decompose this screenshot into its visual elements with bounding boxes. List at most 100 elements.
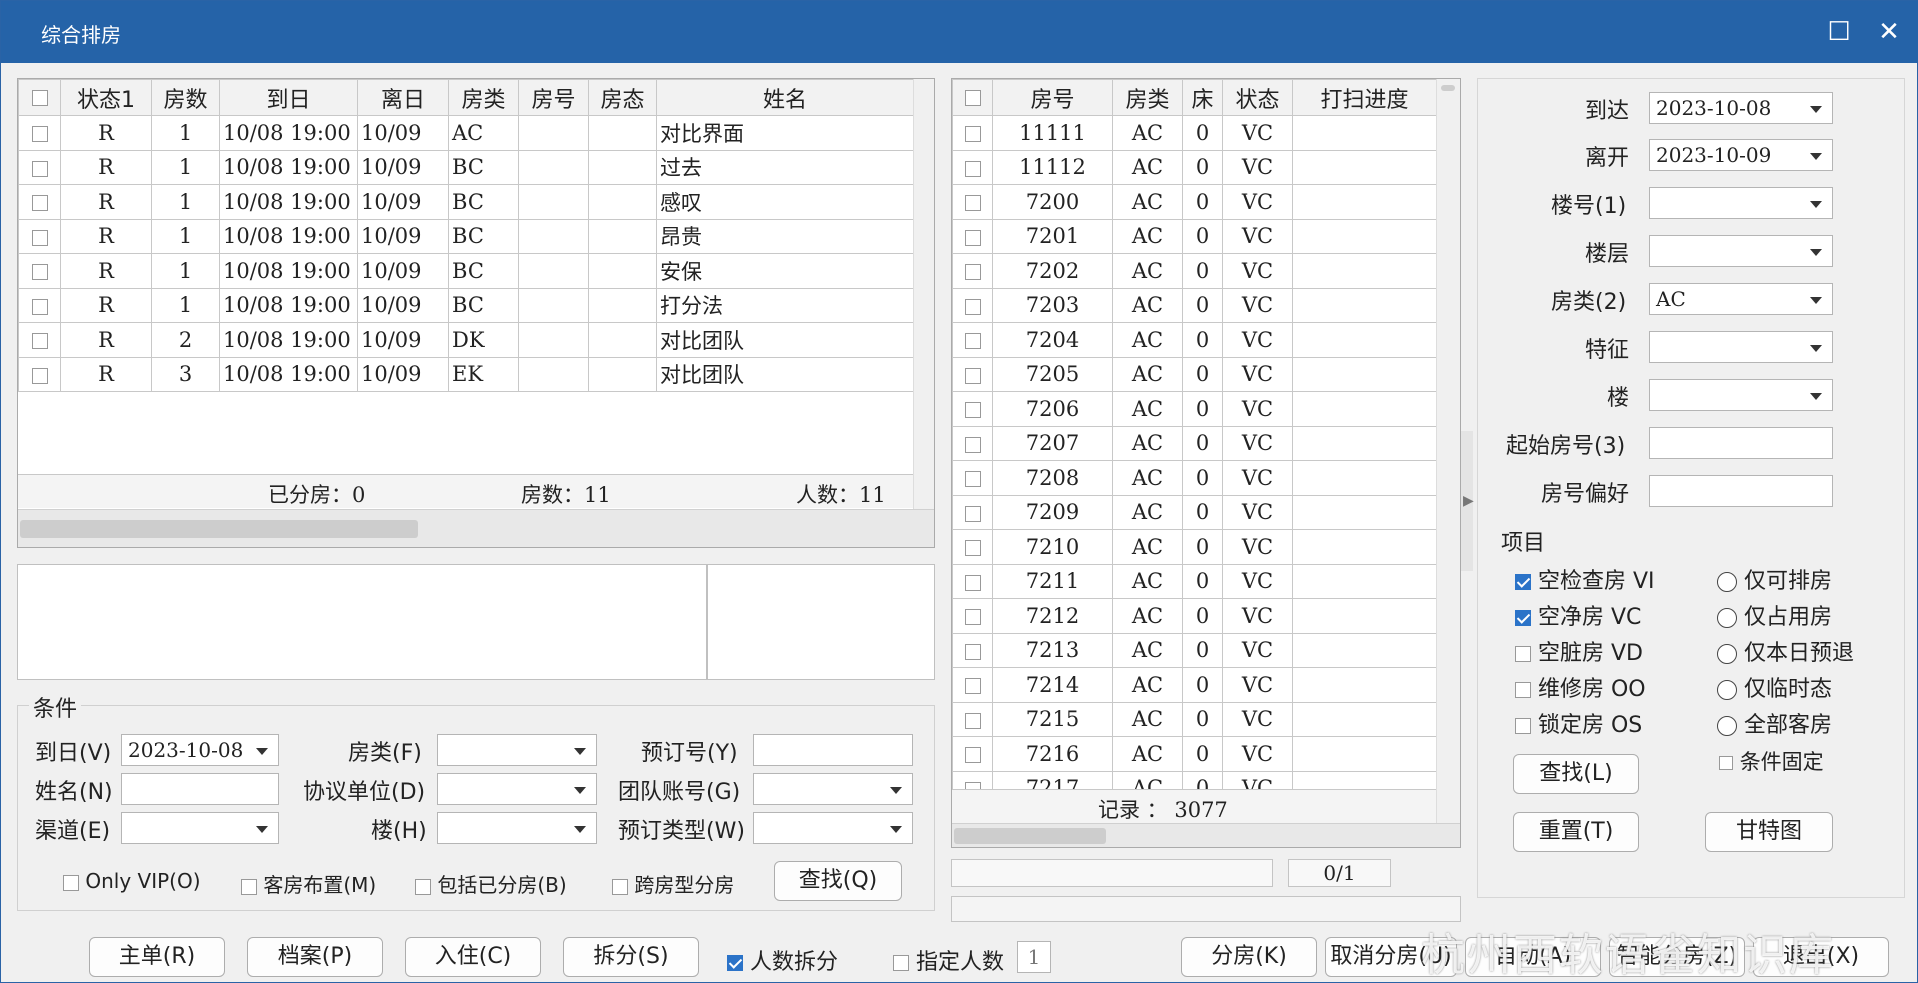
- room-row[interactable]: 7203 AC 0 VC: [952, 287, 1436, 323]
- room-row-checkbox[interactable]: [964, 574, 981, 591]
- gantt-button[interactable]: 甘特图: [1705, 812, 1833, 852]
- feature-select[interactable]: [1649, 331, 1833, 363]
- start-room-input[interactable]: [1649, 427, 1833, 459]
- scope-radio[interactable]: 仅本日预退: [1717, 635, 1854, 671]
- table-row[interactable]: R110/08 19:0010/09BC打分法F231008000: [18, 287, 915, 323]
- room-row[interactable]: 7211 AC 0 VC: [952, 563, 1436, 599]
- room-row-checkbox[interactable]: [964, 609, 981, 626]
- reservation-col-header[interactable]: 状态1: [60, 79, 152, 116]
- room-col-header[interactable]: 床: [1182, 79, 1223, 116]
- room-col-header[interactable]: 状态: [1222, 79, 1293, 116]
- row-checkbox[interactable]: [31, 126, 48, 143]
- select-all-checkbox[interactable]: [31, 90, 48, 106]
- status-checkbox[interactable]: 空净房 VC: [1515, 599, 1655, 635]
- scope-radio[interactable]: 全部客房: [1717, 707, 1854, 743]
- floor-select[interactable]: [1649, 235, 1833, 267]
- status-checkbox[interactable]: 空检查房 VI: [1515, 563, 1655, 599]
- reservation-hscroll[interactable]: [18, 509, 934, 547]
- room-row-checkbox[interactable]: [964, 402, 981, 419]
- reservation-col-header[interactable]: 房类: [448, 79, 519, 116]
- row-checkbox[interactable]: [31, 195, 48, 212]
- building2-select[interactable]: [1649, 379, 1833, 411]
- roomtype-select[interactable]: [437, 734, 597, 766]
- room-col-header[interactable]: 房类: [1112, 79, 1183, 116]
- assign-people-checkbox[interactable]: 指定人数: [893, 944, 1004, 976]
- room-row[interactable]: 7204 AC 0 VC: [952, 322, 1436, 358]
- row-checkbox[interactable]: [31, 264, 48, 281]
- hscroll-thumb[interactable]: [20, 520, 418, 538]
- room-row-checkbox[interactable]: [964, 643, 981, 660]
- guest-layout-checkbox[interactable]: 客房布置(M): [241, 869, 376, 898]
- name-input[interactable]: [121, 773, 279, 805]
- assign-people-count[interactable]: 1: [1017, 941, 1051, 973]
- include-assigned-checkbox[interactable]: 包括已分房(B): [415, 869, 567, 898]
- row-checkbox[interactable]: [31, 160, 48, 177]
- building-select[interactable]: [437, 812, 597, 844]
- conditions-search-button[interactable]: 查找(Q): [774, 861, 902, 901]
- room-row[interactable]: 7200 AC 0 VC: [952, 184, 1436, 220]
- room-vscroll[interactable]: [1436, 79, 1460, 824]
- table-row[interactable]: R110/08 19:0010/09BC昂贵F231008000: [18, 218, 915, 254]
- only-vip-checkbox[interactable]: Only VIP(O): [63, 869, 201, 893]
- reservation-col-header[interactable]: 房数: [151, 79, 220, 116]
- room-row[interactable]: 7212 AC 0 VC: [952, 598, 1436, 634]
- table-row[interactable]: R210/08 19:0010/09DK对比团队G231008000: [18, 322, 915, 358]
- room-row[interactable]: 7207 AC 0 VC: [952, 425, 1436, 461]
- row-checkbox[interactable]: [31, 333, 48, 350]
- room-row-checkbox[interactable]: [964, 333, 981, 350]
- room-row-checkbox[interactable]: [964, 505, 981, 522]
- reservation-col-header[interactable]: 离日: [357, 79, 449, 116]
- status-checkbox[interactable]: 锁定房 OS: [1515, 707, 1655, 743]
- reset-button[interactable]: 重置(T): [1513, 812, 1639, 852]
- channel-select[interactable]: [121, 812, 279, 844]
- arrive-date-select[interactable]: 2023-10-08: [121, 734, 279, 766]
- room-hscroll-thumb[interactable]: [954, 828, 1106, 844]
- room-row[interactable]: 7214 AC 0 VC: [952, 667, 1436, 703]
- room-row-checkbox[interactable]: [964, 747, 981, 764]
- room-row-checkbox[interactable]: [964, 229, 981, 246]
- room-row-checkbox[interactable]: [964, 540, 981, 557]
- table-row[interactable]: R110/08 19:0010/09BC过去F231008000: [18, 149, 915, 185]
- reservation-col-header[interactable]: 到日: [219, 79, 358, 116]
- expand-arrow-icon[interactable]: ▶: [1463, 493, 1474, 509]
- room-row[interactable]: 7205 AC 0 VC: [952, 356, 1436, 392]
- room-row-checkbox[interactable]: [964, 298, 981, 315]
- main-order-button[interactable]: 主单(R): [89, 937, 225, 977]
- booking-no-input[interactable]: [753, 734, 913, 766]
- split-button[interactable]: 拆分(S): [563, 937, 699, 977]
- room-type-select[interactable]: AC: [1649, 283, 1833, 315]
- close-icon[interactable]: ✕: [1871, 15, 1907, 49]
- arrive-select[interactable]: 2023-10-08: [1649, 92, 1833, 124]
- reservation-col-header[interactable]: 姓名: [655, 79, 915, 116]
- room-row-checkbox[interactable]: [964, 195, 981, 212]
- cross-type-checkbox[interactable]: 跨房型分房: [612, 869, 734, 898]
- status-checkbox[interactable]: 空脏房 VD: [1515, 635, 1655, 671]
- room-row[interactable]: 7216 AC 0 VC: [952, 736, 1436, 772]
- select-all-rooms-checkbox[interactable]: [964, 90, 981, 106]
- maximize-icon[interactable]: ☐: [1821, 15, 1857, 49]
- room-vscroll-thumb[interactable]: [1441, 85, 1455, 91]
- room-row[interactable]: 7209 AC 0 VC: [952, 494, 1436, 530]
- room-row-checkbox[interactable]: [964, 367, 981, 384]
- room-row-checkbox[interactable]: [964, 126, 981, 143]
- scope-radio[interactable]: 仅临时态: [1717, 671, 1854, 707]
- table-row[interactable]: R110/08 19:0010/09BC安保F231008000: [18, 253, 915, 289]
- room-row-checkbox[interactable]: [964, 436, 981, 453]
- reservation-vscroll[interactable]: [913, 79, 934, 509]
- assign-room-button[interactable]: 分房(K): [1181, 937, 1317, 977]
- room-row[interactable]: 7210 AC 0 VC: [952, 529, 1436, 565]
- room-hscroll[interactable]: [952, 823, 1460, 847]
- scope-radio[interactable]: 仅可排房: [1717, 563, 1854, 599]
- reservation-col-header[interactable]: 房号: [518, 79, 589, 116]
- checkin-button[interactable]: 入住(C): [405, 937, 541, 977]
- booking-type-select[interactable]: [753, 812, 913, 844]
- room-row[interactable]: 7206 AC 0 VC: [952, 391, 1436, 427]
- room-col-header[interactable]: 房号: [992, 79, 1113, 116]
- split-people-checkbox[interactable]: 人数拆分: [727, 944, 838, 976]
- room-row-checkbox[interactable]: [964, 712, 981, 729]
- fixed-condition-checkbox[interactable]: 条件固定: [1719, 746, 1824, 776]
- room-row[interactable]: 7215 AC 0 VC: [952, 701, 1436, 737]
- table-row[interactable]: R110/08 19:0010/09AC对比界面F231008000: [18, 115, 915, 151]
- room-row-checkbox[interactable]: [964, 264, 981, 281]
- room-pref-input[interactable]: [1649, 475, 1833, 507]
